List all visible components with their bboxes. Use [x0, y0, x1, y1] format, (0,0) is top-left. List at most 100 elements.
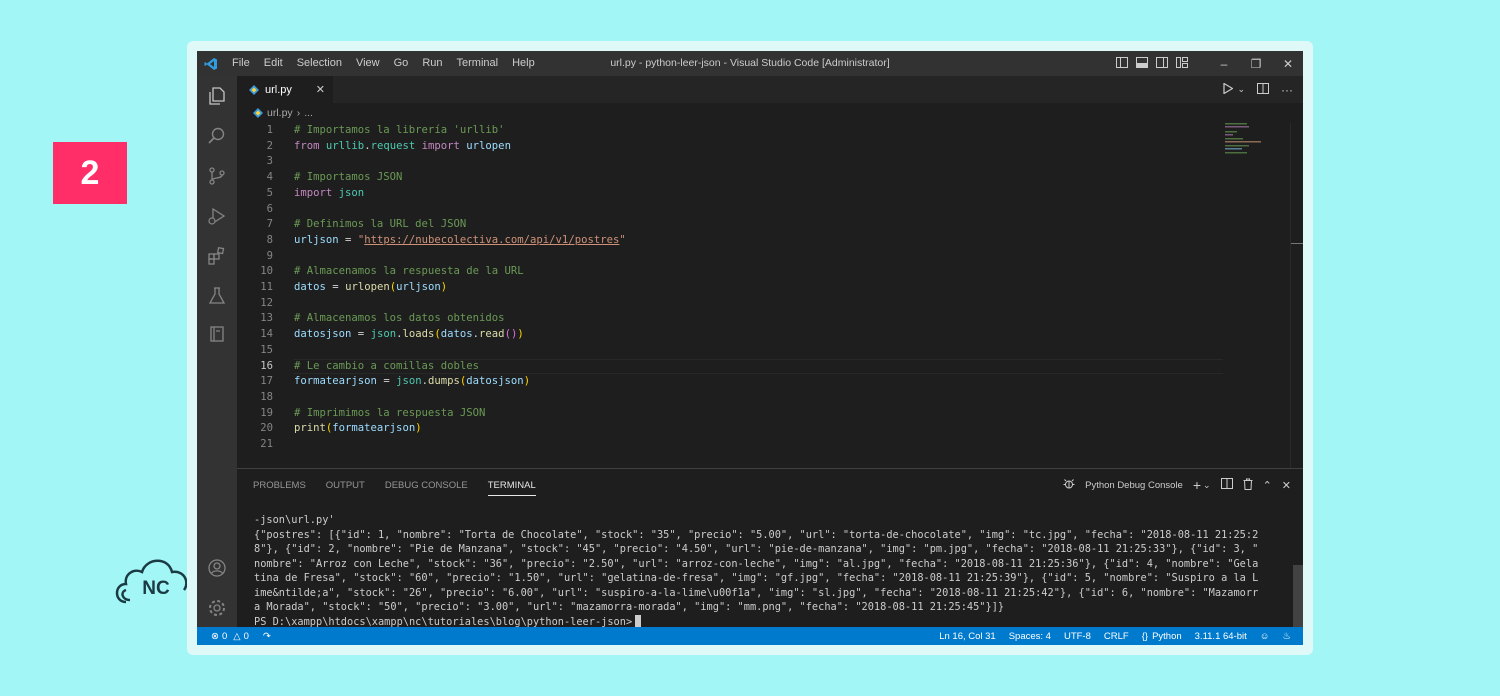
menu-bar: File Edit Selection View Go Run Terminal… [225, 51, 542, 76]
code-line: 11 datos = urlopen(urljson) [260, 281, 448, 293]
notebook-icon[interactable] [205, 322, 229, 346]
braces-icon: {} [1141, 630, 1149, 642]
extensions-icon[interactable] [205, 244, 229, 268]
code-line: 13 # Almacenamos los datos obtenidos [260, 312, 505, 325]
language-mode[interactable]: {} Python [1142, 631, 1182, 642]
code-editor[interactable]: 1 # Importamos la librería 'urllib' 2 from… [237, 123, 1223, 461]
terminal-output[interactable]: -json\url.py' {"postres": [{"id": 1, "nom… [254, 513, 1280, 629]
tab-label: url.py [265, 83, 292, 96]
terminal-line: ime&ntilde;a", "stock": "26", "precio": … [254, 586, 1259, 599]
toggle-secondary-sidebar-icon[interactable] [1153, 56, 1171, 71]
code-line: 8 urljson = "https://nubecolectiva.com/ap… [266, 233, 626, 246]
menu-run[interactable]: Run [415, 51, 449, 76]
code-line: 17 formatearjson = json.dumps(datosjson) [260, 375, 531, 388]
code-line: 5 import json [266, 186, 365, 199]
restore-icon[interactable]: ❐ [1241, 57, 1271, 71]
code-line: 1 # Importamos la librería 'urllib' [266, 124, 505, 136]
step-number-badge: 2 [53, 142, 127, 204]
close-panel-icon[interactable]: ✕ [1282, 479, 1291, 492]
code-line: 3 [266, 155, 273, 168]
tab-url-py[interactable]: url.py ✕ [237, 76, 333, 103]
warning-icon: △ [233, 630, 241, 642]
close-window-icon[interactable]: ✕ [1273, 57, 1303, 71]
split-terminal-icon[interactable] [1220, 478, 1233, 492]
panel-actions: Python Debug Console + ⌄ ⌃ ✕ [1063, 469, 1291, 501]
svg-text:NC: NC [142, 578, 170, 599]
status-bar: ⊗ 0 △ 0 ↷ Ln 16, Col 31 Spaces: 4 UTF-8 CR… [197, 627, 1303, 645]
title-bar: File Edit Selection View Go Run Terminal… [197, 51, 1303, 76]
chevron-down-icon[interactable]: ⌄ [1203, 480, 1211, 491]
code-line: 2 from urllib.request import urlopen [266, 139, 511, 152]
code-line: 18 [260, 390, 273, 403]
nc-cloud-logo: NC [115, 559, 188, 604]
minimize-icon[interactable]: – [1209, 57, 1239, 71]
terminal-selector[interactable]: Python Debug Console [1085, 480, 1183, 491]
python-interpreter[interactable]: 3.11.1 64-bit [1195, 631, 1247, 642]
menu-help[interactable]: Help [505, 51, 542, 76]
toggle-panel-icon[interactable] [1133, 56, 1151, 71]
code-line: 14 datosjson = json.loads(datos.read()) [260, 328, 524, 341]
editor-scrollbar[interactable] [1290, 123, 1303, 468]
notifications-bell-icon[interactable]: ♨ [1282, 631, 1291, 642]
bottom-panel: PROBLEMS OUTPUT DEBUG CONSOLE TERMINAL P… [237, 468, 1303, 629]
menu-file[interactable]: File [225, 51, 257, 76]
code-line: 12 [260, 296, 273, 309]
vscode-window: File Edit Selection View Go Run Terminal… [197, 51, 1303, 645]
split-editor-icon[interactable] [1257, 82, 1269, 97]
search-icon[interactable] [205, 124, 229, 148]
terminal-scrollbar[interactable] [1293, 565, 1303, 627]
terminal-line: tina de Fresa", "stock": "60", "precio":… [254, 572, 1259, 584]
feedback-icon[interactable]: ☺ [1260, 631, 1270, 642]
settings-gear-icon[interactable] [205, 596, 229, 620]
kill-terminal-icon[interactable] [1243, 478, 1253, 493]
error-icon: ⊗ [211, 630, 219, 642]
indentation[interactable]: Spaces: 4 [1009, 631, 1051, 642]
testing-icon[interactable] [205, 284, 229, 308]
tab-terminal[interactable]: TERMINAL [487, 480, 536, 496]
breadcrumb-symbols[interactable]: ... [304, 107, 313, 119]
run-debug-icon[interactable] [205, 204, 229, 228]
toggle-sidebar-icon[interactable] [1113, 56, 1131, 71]
code-line: 10 # Almacenamos la respuesta de la URL [260, 265, 524, 278]
code-line: 19 # Imprimimos la respuesta JSON [260, 406, 486, 419]
editor-tab-bar: url.py ✕ ⌄ ··· [237, 76, 1303, 103]
code-line: 20 print(formatearjson) [260, 422, 422, 435]
chevron-right-icon: › [296, 107, 301, 119]
window-controls: – ❐ ✕ [1113, 51, 1303, 76]
code-line: 6 [266, 202, 273, 215]
menu-edit[interactable]: Edit [257, 51, 290, 76]
account-icon[interactable] [205, 556, 229, 580]
maximize-panel-icon[interactable]: ⌃ [1263, 479, 1272, 492]
menu-selection[interactable]: Selection [290, 51, 349, 76]
terminal-line: -json\url.py' [254, 514, 335, 526]
live-share-icon[interactable]: ↷ [263, 631, 271, 642]
end-of-line[interactable]: CRLF [1104, 631, 1129, 642]
new-terminal-icon[interactable]: + [1193, 477, 1201, 493]
minimap[interactable] [1225, 123, 1285, 183]
tab-problems[interactable]: PROBLEMS [253, 480, 306, 491]
debug-console-icon [1063, 478, 1075, 493]
source-control-icon[interactable] [205, 164, 229, 188]
close-tab-icon[interactable]: ✕ [316, 83, 325, 96]
python-file-icon [249, 84, 259, 95]
run-python-file-icon[interactable] [1223, 81, 1235, 97]
encoding[interactable]: UTF-8 [1064, 631, 1091, 642]
activity-bar [197, 76, 237, 627]
customize-layout-icon[interactable] [1173, 56, 1191, 71]
breadcrumb-file[interactable]: url.py [267, 107, 293, 119]
code-line: 4 # Importamos JSON [266, 171, 403, 184]
chevron-down-icon[interactable]: ⌄ [1237, 84, 1245, 95]
problems-status[interactable]: ⊗ 0 △ 0 [211, 631, 249, 642]
cursor-position[interactable]: Ln 16, Col 31 [939, 631, 996, 642]
breadcrumb: url.py › ... [237, 103, 1303, 123]
code-line: 21 [260, 438, 273, 450]
tab-debug-console[interactable]: DEBUG CONSOLE [385, 480, 468, 491]
explorer-icon[interactable] [205, 84, 229, 108]
vscode-logo-icon [197, 51, 225, 76]
menu-terminal[interactable]: Terminal [450, 51, 506, 76]
menu-go[interactable]: Go [387, 51, 416, 76]
menu-view[interactable]: View [349, 51, 387, 76]
code-line: 7 # Definimos la URL del JSON [266, 218, 467, 231]
more-actions-icon[interactable]: ··· [1281, 83, 1293, 97]
tab-output[interactable]: OUTPUT [326, 480, 365, 491]
